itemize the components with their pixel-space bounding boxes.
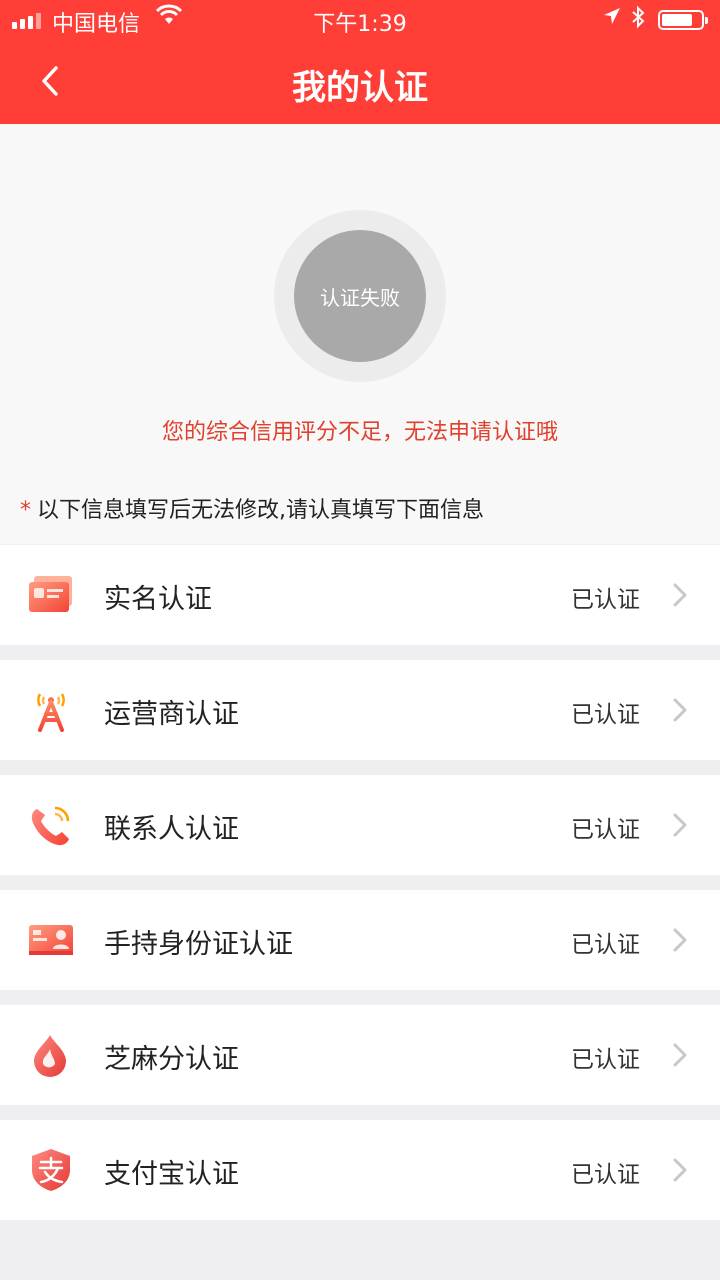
item-label: 芝麻分认证 — [104, 1044, 239, 1075]
phone-icon — [28, 803, 74, 847]
chevron-right-icon — [670, 583, 690, 607]
item-status: 已认证 — [571, 1162, 640, 1188]
list-item-real-name[interactable]: 实名认证 已认证 — [0, 545, 720, 645]
id-card-icon — [28, 573, 74, 617]
page-title: 我的认证 — [292, 68, 428, 108]
location-arrow-icon — [602, 6, 622, 31]
id-photo-icon — [28, 918, 74, 962]
alipay-shield-icon — [28, 1148, 74, 1192]
item-label: 运营商认证 — [104, 699, 239, 730]
bluetooth-icon — [630, 5, 646, 35]
chevron-right-icon — [670, 1158, 690, 1182]
chevron-right-icon — [670, 1043, 690, 1067]
item-status: 已认证 — [571, 587, 640, 613]
notice-text: 以下信息填写后无法修改,请认真填写下面信息 — [37, 498, 484, 523]
item-status: 已认证 — [571, 702, 640, 728]
chevron-right-icon — [670, 698, 690, 722]
required-star: * — [20, 498, 31, 523]
list-item-alipay[interactable]: 支付宝认证 已认证 — [0, 1120, 720, 1220]
nav-bar: 我的认证 — [0, 40, 720, 124]
status-bar: 中国电信 下午1:39 — [0, 0, 720, 40]
item-status: 已认证 — [571, 932, 640, 958]
status-panel: 认证失败 您的综合信用评分不足，无法申请认证哦 * 以下信息填写后无法修改,请认真… — [0, 124, 720, 544]
chevron-right-icon — [670, 928, 690, 952]
list-item-carrier[interactable]: 运营商认证 已认证 — [0, 660, 720, 760]
list-item-contacts[interactable]: 联系人认证 已认证 — [0, 775, 720, 875]
sesame-drop-icon — [28, 1033, 74, 1077]
list-item-hand-id[interactable]: 手持身份证认证 已认证 — [0, 890, 720, 990]
status-ring: 认证失败 — [274, 210, 446, 382]
status-badge: 认证失败 — [294, 230, 426, 362]
item-label: 联系人认证 — [104, 814, 239, 845]
item-label: 手持身份证认证 — [104, 929, 293, 960]
chevron-right-icon — [670, 813, 690, 837]
item-status: 已认证 — [571, 1047, 640, 1073]
signal-tower-icon — [28, 688, 74, 732]
item-label: 支付宝认证 — [104, 1159, 239, 1190]
notice: * 以下信息填写后无法修改,请认真填写下面信息 — [20, 492, 484, 524]
item-label: 实名认证 — [104, 584, 212, 615]
list-item-sesame[interactable]: 芝麻分认证 已认证 — [0, 1005, 720, 1105]
failure-message: 您的综合信用评分不足，无法申请认证哦 — [161, 420, 558, 445]
item-status: 已认证 — [571, 817, 640, 843]
battery-icon — [658, 10, 708, 30]
